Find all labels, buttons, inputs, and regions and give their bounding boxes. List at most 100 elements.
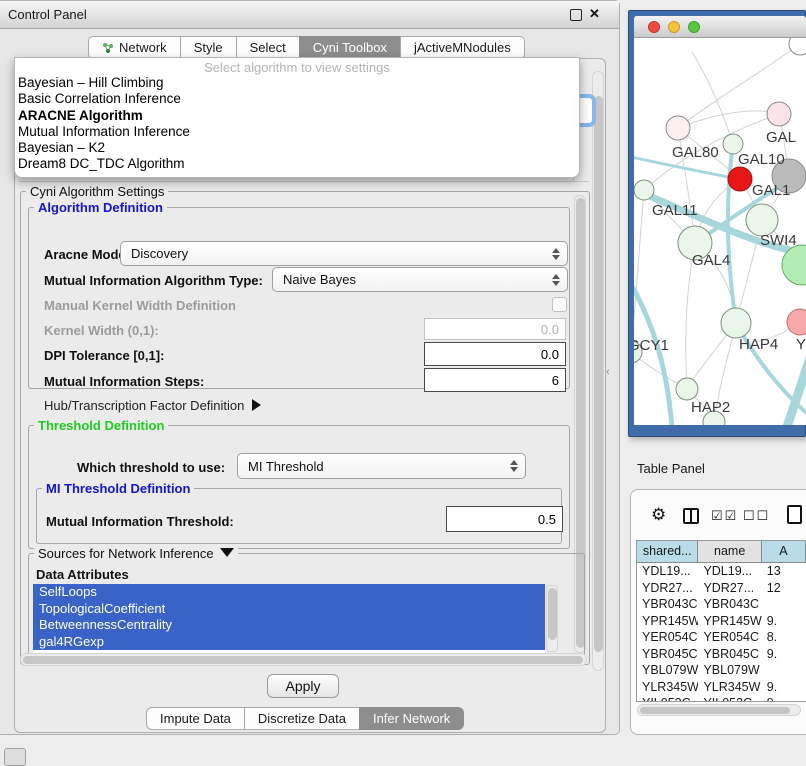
panel-divider-handle[interactable]: ‹: [606, 366, 612, 378]
which-threshold-combo[interactable]: MI Threshold: [237, 453, 526, 479]
minimized-panel-button[interactable]: [4, 748, 26, 766]
network-node-gal80[interactable]: [666, 116, 690, 140]
network-node-y[interactable]: [787, 309, 806, 335]
tab-impute-data[interactable]: Impute Data: [146, 707, 244, 730]
sources-vertical-scrollbar[interactable]: [546, 585, 558, 652]
data-attribute-item[interactable]: TopologicalCoefficient: [33, 601, 545, 618]
table-cell: YIL052C: [698, 695, 761, 702]
algorithm-dropdown-popup: Select algorithm to view settings Bayesi…: [14, 57, 580, 178]
node-label-gal4: GAL4: [692, 252, 730, 269]
column-header-name[interactable]: name: [698, 541, 761, 562]
data-attribute-item[interactable]: gal4RGexp: [33, 634, 545, 651]
network-node[interactable]: [789, 38, 806, 55]
expand-right-icon: [252, 399, 261, 411]
table-row[interactable]: YBR045CYBR045C9.: [637, 646, 806, 663]
network-node-gal11[interactable]: [634, 180, 654, 200]
table-row[interactable]: YBR043CYBR043C: [637, 596, 806, 613]
node-table: shared...nameAYDL19...YDL19...13YDR27...…: [636, 540, 806, 702]
algorithm-option[interactable]: Bayesian – K2: [15, 140, 579, 156]
unchecked-boxes-icon[interactable]: ☐☐: [743, 508, 770, 524]
algorithm-option[interactable]: Mutual Information Inference: [15, 124, 579, 140]
table-cell: 9.: [762, 679, 806, 696]
mi-threshold-field[interactable]: [446, 506, 563, 532]
table-cell: YBR043C: [637, 596, 698, 613]
content-vertical-scrollbar[interactable]: [592, 71, 604, 671]
tab-network[interactable]: Network: [88, 36, 180, 59]
network-window[interactable]: GALGAL80GAL10GAL1GAL11GAL4SWI4GCY1HAP4YH…: [634, 16, 806, 425]
tab-discretize-data[interactable]: Discretize Data: [244, 707, 359, 730]
table-panel-title: Table Panel: [637, 461, 705, 476]
network-node-hap2[interactable]: [676, 378, 698, 400]
table-row[interactable]: YDL19...YDL19...13: [637, 563, 806, 580]
float-window-icon[interactable]: [570, 9, 582, 21]
hub-definition-toggle[interactable]: Hub/Transcription Factor Definition: [44, 398, 261, 413]
tab-style[interactable]: Style: [180, 36, 236, 59]
mi-threshold-group-title: MI Threshold Definition: [42, 481, 194, 496]
bottom-tabstrip: Impute DataDiscretize DataInfer Network: [146, 707, 464, 730]
hub-definition-label: Hub/Transcription Factor Definition: [44, 398, 244, 413]
aracne-mode-combo[interactable]: Discovery: [120, 241, 568, 266]
node-label-swi4: SWI4: [760, 232, 797, 249]
network-icon: [102, 42, 114, 54]
sources-group-toggle[interactable]: Sources for Network Inference: [34, 546, 238, 561]
tab-label: jActiveMNodules: [414, 37, 511, 58]
table-row[interactable]: YPR145WYPR145W9.: [637, 613, 806, 630]
network-node-gal[interactable]: [767, 102, 791, 126]
expand-down-icon: [220, 548, 234, 557]
settings-horizontal-scrollbar[interactable]: [20, 653, 587, 666]
kernel-width-field[interactable]: [424, 318, 566, 340]
document-icon[interactable]: [787, 505, 802, 524]
tab-cyni-toolbox[interactable]: Cyni Toolbox: [299, 36, 400, 59]
network-canvas[interactable]: GALGAL80GAL10GAL1GAL11GAL4SWI4GCY1HAP4YH…: [634, 38, 806, 425]
checked-boxes-icon[interactable]: ☑☑: [711, 508, 738, 524]
gear-icon[interactable]: ⚙: [651, 505, 666, 525]
close-icon[interactable]: ✕: [589, 6, 600, 22]
node-label-hap2: HAP2: [691, 399, 730, 416]
kernel-width-label: Kernel Width (0,1):: [44, 323, 159, 338]
table-cell: YDL19...: [637, 563, 698, 580]
network-edge[interactable]: [692, 52, 733, 144]
mi-type-combo[interactable]: Naive Bayes: [272, 267, 568, 292]
algorithm-option[interactable]: Basic Correlation Inference: [15, 91, 579, 107]
node-label-gal: GAL: [766, 129, 796, 146]
column-header-A[interactable]: A: [762, 541, 806, 562]
combo-arrows-icon: [552, 274, 560, 286]
network-window-titlebar[interactable]: [634, 16, 806, 38]
mac-close-icon[interactable]: [648, 21, 660, 33]
mi-steps-field[interactable]: [424, 368, 566, 392]
tab-select[interactable]: Select: [236, 36, 299, 59]
mac-minimize-icon[interactable]: [668, 21, 680, 33]
table-cell: [762, 662, 806, 679]
dpi-tolerance-field[interactable]: [424, 342, 566, 366]
column-split-icon[interactable]: [683, 508, 699, 524]
table-cell: YIL052C: [637, 695, 698, 702]
node-label-gal10: GAL10: [738, 151, 785, 168]
data-attributes-list[interactable]: SelfLoopsTopologicalCoefficientBetweenne…: [33, 584, 545, 653]
table-row[interactable]: YER054CYER054C8.: [637, 629, 806, 646]
network-edge[interactable]: [786, 352, 806, 425]
table-row[interactable]: YLR345WYLR345W9.: [637, 679, 806, 696]
table-row[interactable]: YIL052CYIL052C9.: [637, 695, 806, 702]
network-edge[interactable]: [634, 190, 644, 352]
algorithm-option[interactable]: Dream8 DC_TDC Algorithm: [15, 156, 579, 172]
apply-button[interactable]: Apply: [267, 674, 339, 698]
tab-label: Select: [250, 37, 286, 58]
tab-jactivemnodules[interactable]: jActiveMNodules: [400, 36, 525, 59]
algorithm-option[interactable]: Bayesian – Hill Climbing: [15, 75, 579, 91]
mac-zoom-icon[interactable]: [688, 21, 700, 33]
column-header-shared[interactable]: shared...: [637, 541, 698, 562]
algorithm-definition-title: Algorithm Definition: [34, 200, 167, 215]
control-panel-titlebar[interactable]: Control Panel ✕: [0, 1, 619, 29]
table-horizontal-scrollbar[interactable]: [637, 704, 801, 716]
combo-arrows-icon: [552, 248, 560, 260]
tab-infer-network[interactable]: Infer Network: [359, 707, 464, 730]
network-node-gal1[interactable]: [728, 167, 752, 191]
algorithm-option[interactable]: ARACNE Algorithm: [15, 108, 579, 124]
table-row[interactable]: YBL079WYBL079W: [637, 662, 806, 679]
table-row[interactable]: YDR27...YDR27...12: [637, 580, 806, 597]
mi-type-value: Naive Bayes: [283, 272, 356, 287]
data-attribute-item[interactable]: BetweennessCentrality: [33, 617, 545, 634]
data-attribute-item[interactable]: SelfLoops: [33, 584, 545, 601]
network-node-hap4[interactable]: [721, 308, 751, 338]
manual-kernel-checkbox[interactable]: [552, 297, 567, 312]
